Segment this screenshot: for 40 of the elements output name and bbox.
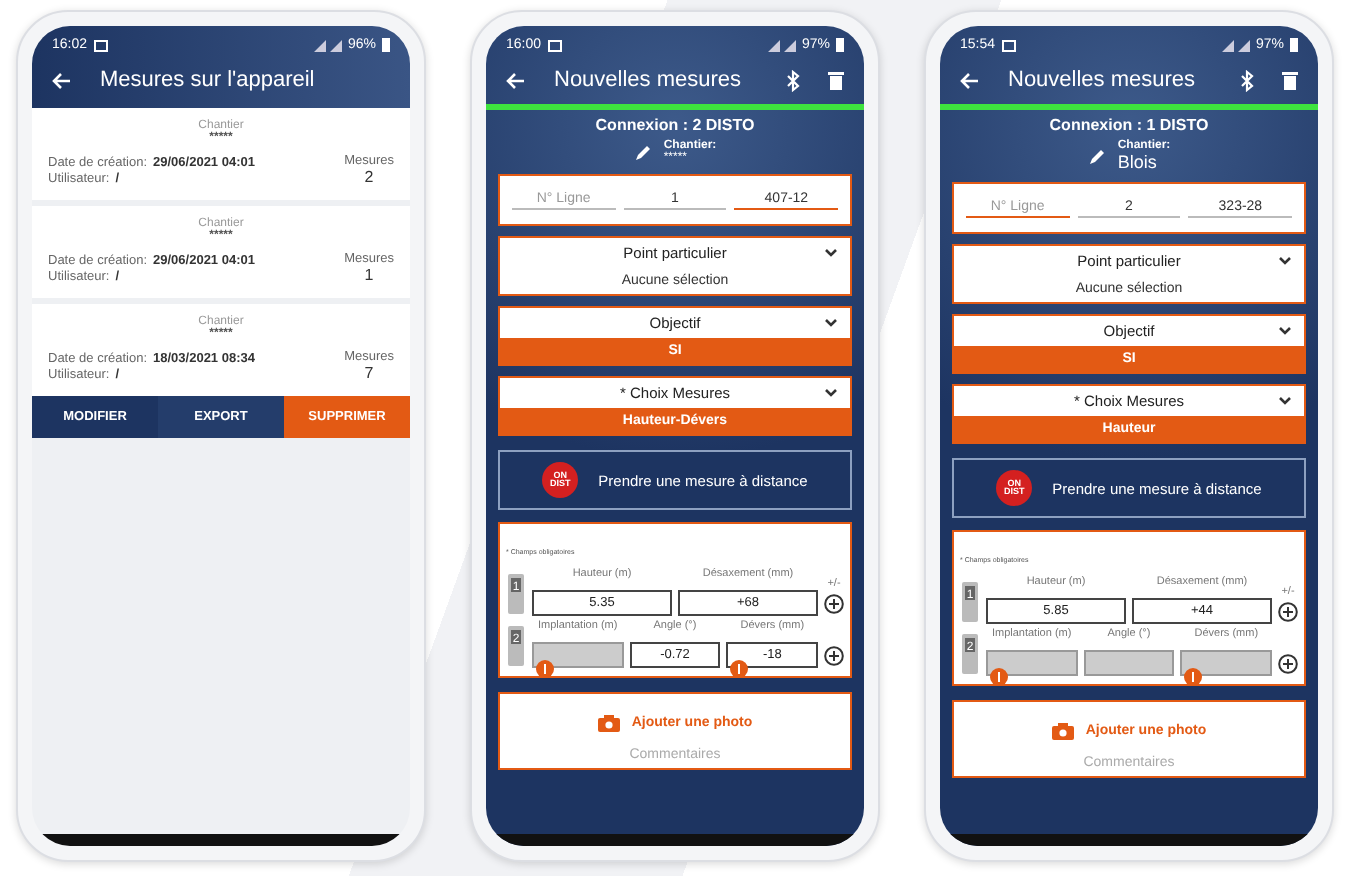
back-arrow-icon[interactable] xyxy=(506,71,526,89)
image-icon xyxy=(547,39,562,51)
battery-icon xyxy=(382,38,390,52)
back-arrow-icon[interactable] xyxy=(960,71,980,89)
info-icon[interactable] xyxy=(730,660,749,678)
connection-status: Connexion : 2 DISTO xyxy=(593,116,757,134)
camera-icon xyxy=(597,714,620,732)
connection-status: Connexion : 1 DISTO xyxy=(1047,116,1211,134)
chevron-down-icon xyxy=(1278,396,1292,406)
chevron-down-icon xyxy=(824,388,838,398)
chevron-down-icon xyxy=(1278,326,1292,336)
signal-icon xyxy=(313,39,342,51)
chevron-down-icon xyxy=(824,318,838,328)
signal-icon xyxy=(1221,39,1250,51)
screen-title: Nouvelles mesures xyxy=(1008,68,1198,92)
site-name: Blois xyxy=(1117,152,1159,172)
trash-icon[interactable] xyxy=(828,70,844,90)
bluetooth-icon[interactable] xyxy=(1240,69,1254,91)
bluetooth-icon[interactable] xyxy=(786,69,800,91)
image-icon xyxy=(1001,39,1016,51)
battery-icon xyxy=(836,38,844,52)
pencil-icon[interactable] xyxy=(1087,147,1106,165)
plus-circle-icon[interactable] xyxy=(1278,654,1298,674)
measure-count: 2 xyxy=(364,168,374,186)
chevron-down-icon xyxy=(824,248,838,258)
chevron-down-icon xyxy=(1278,256,1292,266)
measure-count: 7 xyxy=(364,364,374,382)
plus-circle-icon[interactable] xyxy=(824,646,844,666)
battery-icon xyxy=(1290,38,1298,52)
screen-title: Mesures sur l'appareil xyxy=(100,68,317,92)
plus-circle-icon[interactable] xyxy=(1278,602,1298,622)
back-arrow-icon[interactable] xyxy=(52,71,72,89)
image-icon xyxy=(93,39,108,51)
pencil-icon[interactable] xyxy=(633,143,652,161)
trash-icon[interactable] xyxy=(1282,70,1298,90)
camera-icon xyxy=(1051,722,1074,740)
plus-circle-icon[interactable] xyxy=(824,594,844,614)
measure-count: 1 xyxy=(364,266,374,284)
signal-icon xyxy=(767,39,796,51)
screen-title: Nouvelles mesures xyxy=(554,68,744,92)
